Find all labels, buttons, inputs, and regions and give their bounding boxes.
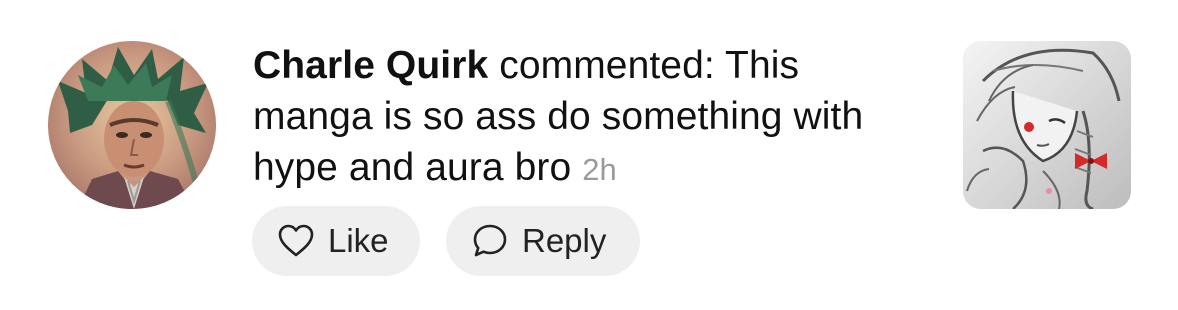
like-label: Like [328,222,389,259]
reply-button[interactable]: Reply [446,206,640,276]
manga-thumbnail[interactable] [963,41,1131,209]
comment-text: Charle Quirk commented: This manga is so… [253,40,893,195]
heart-icon [276,221,316,261]
comment-actions: Like Reply [252,206,640,276]
reply-label: Reply [522,222,607,259]
avatar[interactable] [48,41,216,209]
comment-notification[interactable]: Charle Quirk commented: This manga is so… [0,0,1178,310]
like-button[interactable]: Like [252,206,420,276]
avatar-image [48,41,216,209]
timestamp: 2h [582,152,617,187]
author-name[interactable]: Charle Quirk [253,44,488,87]
speech-bubble-icon [470,221,510,261]
manga-thumbnail-image [963,41,1131,209]
